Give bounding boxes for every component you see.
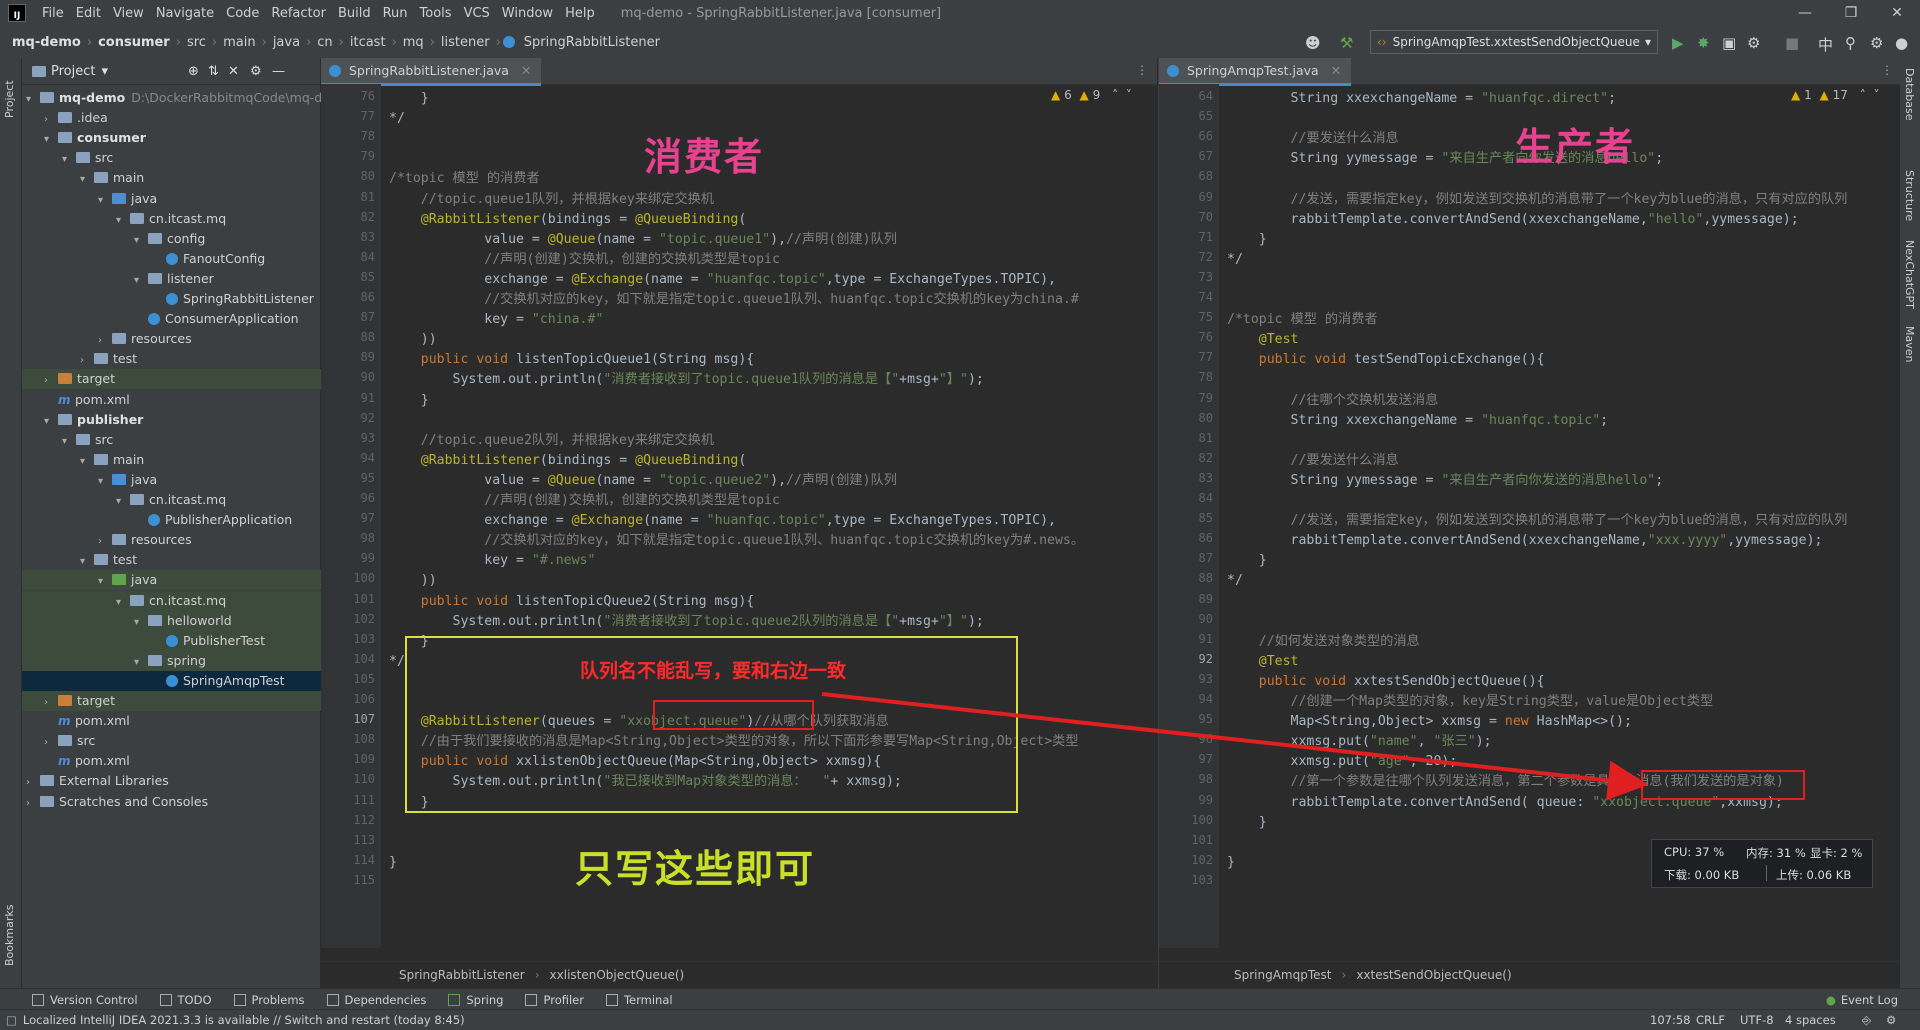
arrow-overlay: [821, 692, 1648, 801]
gpu-usage: 显卡: 2 %: [1810, 846, 1863, 860]
version-control-tool[interactable]: Version Control: [22, 993, 150, 1007]
todo-icon: [159, 993, 172, 1006]
status-square-icon: □: [6, 1013, 17, 1027]
profiler-icon: [525, 993, 538, 1006]
file-encoding[interactable]: UTF-8: [1740, 1013, 1774, 1027]
dependencies-tool[interactable]: Dependencies: [317, 993, 439, 1007]
memory-indicator-icon[interactable]: ⚙: [1886, 1013, 1896, 1027]
upload-speed: 上传: 0.06 KB: [1776, 868, 1852, 882]
performance-monitor: CPU: 37 % 内存: 31 % 显卡: 2 % 下载: 0.00 KB 上…: [1651, 839, 1873, 888]
status-bar: □ Localized IntelliJ IDEA 2021.3.3 is av…: [0, 1009, 1920, 1030]
terminal-icon: [605, 993, 618, 1006]
todo-tool[interactable]: TODO: [150, 993, 224, 1007]
indent-setting[interactable]: 4 spaces: [1785, 1013, 1836, 1027]
download-speed: 下载: 0.00 KB: [1664, 868, 1740, 882]
profiler-tool[interactable]: Profiler: [515, 993, 596, 1007]
arrow-line: [821, 692, 1648, 801]
caret-position[interactable]: 107:58: [1650, 1013, 1690, 1027]
tool-window-bar: Version Control TODO Problems Dependenci…: [0, 988, 1920, 1010]
event-log-icon: ●: [1825, 992, 1836, 1007]
only-this-label: 只写这些即可: [575, 847, 816, 891]
problems-tool[interactable]: Problems: [224, 993, 317, 1007]
spring-tool[interactable]: Spring: [438, 993, 515, 1007]
terminal-tool[interactable]: Terminal: [596, 993, 685, 1007]
vcs-icon: [32, 993, 44, 1006]
lock-icon[interactable]: ⎆: [1862, 1013, 1871, 1028]
spring-icon: [448, 993, 461, 1006]
cpu-usage: CPU: 37 %: [1664, 845, 1725, 859]
problems-icon: [233, 993, 246, 1006]
status-message[interactable]: Localized IntelliJ IDEA 2021.3.3 is avai…: [23, 1013, 465, 1027]
event-log-tool[interactable]: ● Event Log: [1816, 993, 1910, 1007]
dependencies-icon: [326, 993, 339, 1006]
memory-usage: 内存: 31 %: [1746, 846, 1806, 860]
line-separator[interactable]: CRLF: [1696, 1013, 1725, 1027]
